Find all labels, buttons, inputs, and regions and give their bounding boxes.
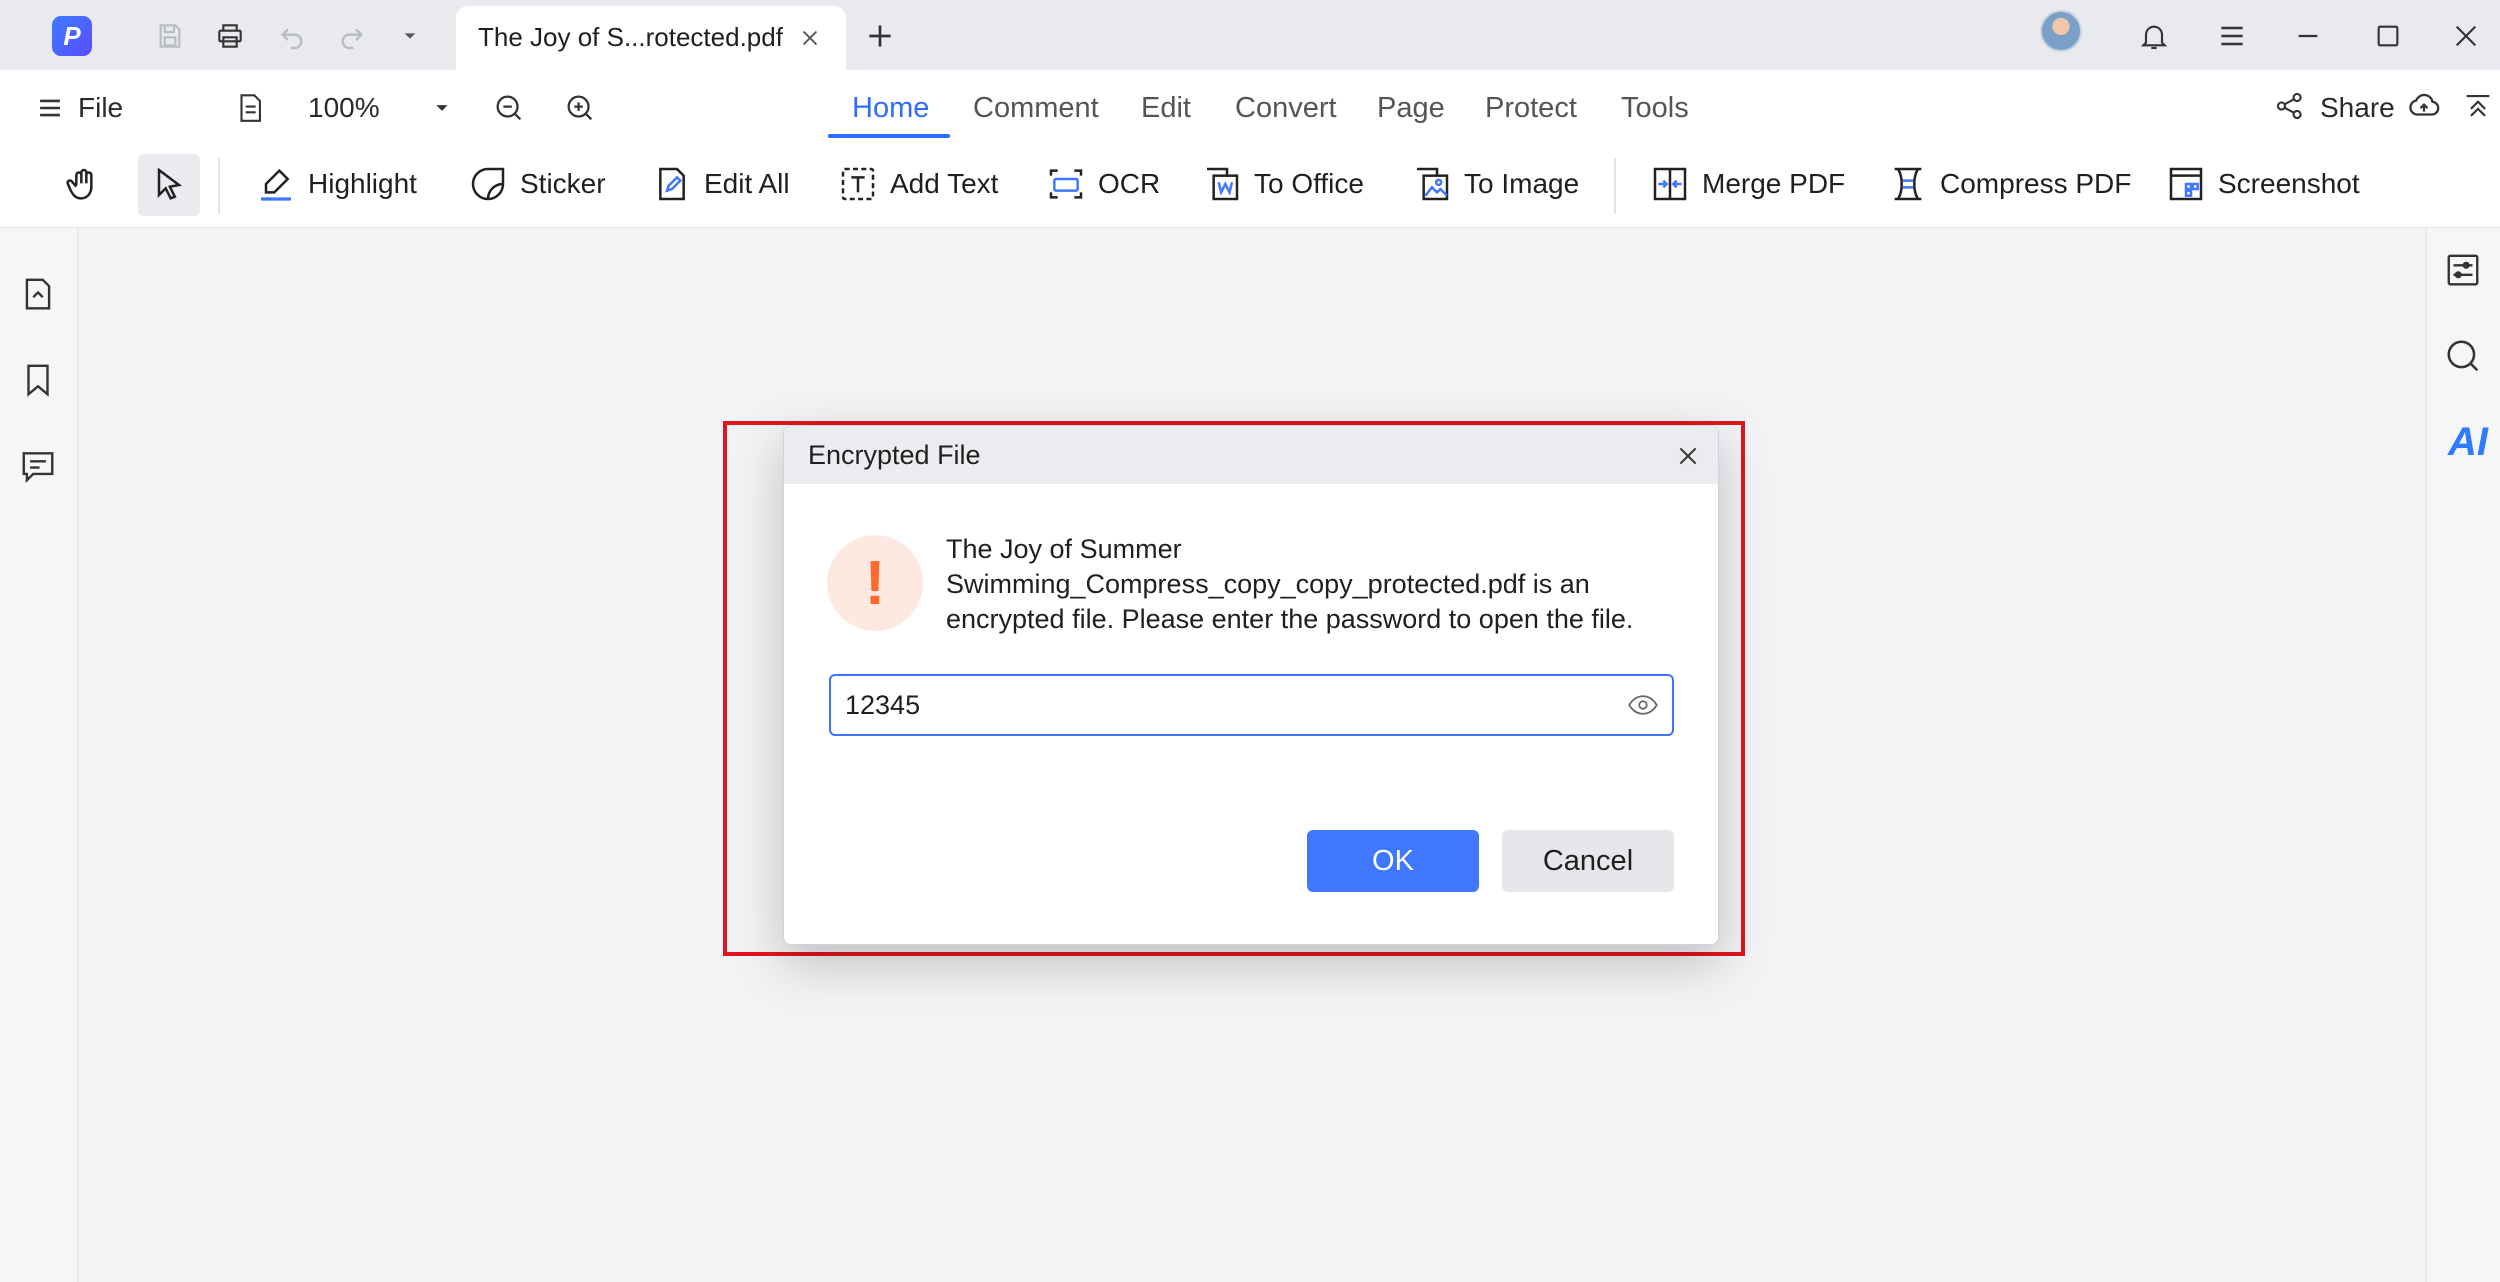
to-office-icon	[1207, 167, 1239, 201]
save-icon[interactable]	[150, 16, 190, 56]
undo-icon[interactable]	[272, 16, 312, 56]
document-tab[interactable]: The Joy of S...rotected.pdf	[456, 6, 846, 70]
tab-protect[interactable]: Protect	[1485, 92, 1577, 125]
dialog-title: Encrypted File	[808, 440, 981, 470]
comment-panel-icon[interactable]	[16, 444, 60, 488]
toolbar-divider	[1614, 158, 1616, 214]
ai-assistant-button[interactable]: AI	[2448, 420, 2488, 465]
add-text-icon	[841, 167, 875, 201]
edit-all-icon	[659, 167, 685, 201]
share-icon[interactable]	[2270, 86, 2310, 126]
show-password-eye-icon[interactable]	[1626, 690, 1660, 720]
file-menu-icon[interactable]	[30, 88, 70, 128]
share-button[interactable]: Share	[2320, 92, 2395, 124]
right-sidebar	[2426, 228, 2500, 1282]
dialog-header: Encrypted File	[784, 426, 1718, 484]
properties-panel-icon[interactable]	[2441, 248, 2485, 292]
page-view-icon[interactable]	[230, 88, 270, 128]
avatar[interactable]	[2040, 10, 2082, 52]
sticker-icon	[471, 167, 505, 201]
bookmark-panel-icon[interactable]	[16, 358, 60, 402]
file-menu[interactable]: File	[78, 92, 123, 124]
active-tab-indicator	[828, 134, 950, 138]
quick-access-dropdown-icon[interactable]	[390, 16, 430, 56]
compress-pdf-label: Compress PDF	[1940, 168, 2132, 199]
close-window-icon[interactable]	[2446, 16, 2486, 56]
ocr-label: OCR	[1098, 168, 1161, 199]
minimize-icon[interactable]	[2288, 16, 2328, 56]
to-image-tool[interactable]: To Image	[1412, 156, 1579, 212]
to-image-label: To Image	[1464, 168, 1580, 199]
to-image-icon	[1417, 167, 1449, 201]
zoom-value[interactable]: 100%	[308, 92, 380, 124]
redo-icon[interactable]	[332, 16, 372, 56]
new-tab-icon[interactable]	[860, 16, 900, 56]
toolbar-divider	[218, 158, 220, 214]
compress-pdf-tool[interactable]: Compress PDF	[1888, 156, 2131, 212]
cloud-upload-icon[interactable]	[2404, 86, 2444, 126]
edit-all-tool[interactable]: Edit All	[652, 156, 790, 212]
select-tool-icon[interactable]	[138, 154, 200, 216]
add-text-tool[interactable]: Add Text	[838, 156, 998, 212]
hand-tool-icon[interactable]	[52, 154, 114, 216]
collapse-ribbon-icon[interactable]	[2458, 86, 2498, 126]
cancel-button[interactable]: Cancel	[1502, 830, 1674, 892]
thumbnail-panel-icon[interactable]	[16, 272, 60, 316]
tab-tools[interactable]: Tools	[1621, 92, 1689, 125]
ocr-tool[interactable]: OCR	[1046, 156, 1160, 212]
tab-home[interactable]: Home	[852, 92, 929, 125]
notification-bell-icon[interactable]	[2134, 16, 2174, 56]
app-logo-icon[interactable]: P	[52, 16, 92, 56]
left-sidebar	[0, 228, 78, 1282]
tab-page[interactable]: Page	[1377, 92, 1445, 125]
tab-title: The Joy of S...rotected.pdf	[478, 22, 783, 52]
zoom-dropdown-icon[interactable]	[422, 88, 462, 128]
add-text-label: Add Text	[890, 168, 999, 199]
ok-button[interactable]: OK	[1307, 830, 1479, 892]
hamburger-menu-icon[interactable]	[2212, 16, 2252, 56]
encrypted-file-dialog: Encrypted File ! The Joy of Summer Swimm…	[783, 425, 1719, 945]
screenshot-label: Screenshot	[2218, 168, 2360, 199]
sticker-label: Sticker	[520, 168, 606, 199]
dialog-close-icon[interactable]	[1670, 438, 1706, 474]
tab-close-icon[interactable]	[792, 20, 828, 56]
ocr-icon	[1049, 169, 1083, 199]
screenshot-tool[interactable]: Screenshot	[2166, 156, 2360, 212]
tool-ribbon: Highlight Sticker Edit All Add Text OCR …	[0, 146, 2500, 228]
highlight-tool[interactable]: Highlight	[256, 156, 417, 212]
highlight-label: Highlight	[308, 168, 417, 199]
compress-pdf-icon	[1894, 167, 1922, 201]
title-bar: P The Joy of S...rotected.pdf	[0, 0, 2500, 70]
merge-pdf-label: Merge PDF	[1702, 168, 1846, 199]
search-icon[interactable]	[2441, 334, 2485, 378]
password-input[interactable]	[829, 674, 1674, 736]
zoom-in-icon[interactable]	[560, 88, 600, 128]
merge-pdf-icon	[1653, 167, 1687, 201]
warning-icon: !	[827, 535, 923, 631]
print-icon[interactable]	[210, 16, 250, 56]
screenshot-icon	[2169, 167, 2203, 201]
dialog-message: The Joy of Summer Swimming_Compress_copy…	[946, 534, 1634, 634]
tab-convert[interactable]: Convert	[1235, 92, 1337, 125]
highlight-icon	[261, 168, 291, 201]
menu-bar: File 100% Home Comment Edit Convert Page…	[0, 70, 2500, 146]
zoom-out-icon[interactable]	[489, 88, 529, 128]
maximize-icon[interactable]	[2368, 16, 2408, 56]
tab-comment[interactable]: Comment	[973, 92, 1099, 125]
merge-pdf-tool[interactable]: Merge PDF	[1650, 156, 1845, 212]
to-office-label: To Office	[1254, 168, 1364, 199]
to-office-tool[interactable]: To Office	[1202, 156, 1364, 212]
edit-all-label: Edit All	[704, 168, 790, 199]
tab-edit[interactable]: Edit	[1141, 92, 1191, 125]
sticker-tool[interactable]: Sticker	[468, 156, 606, 212]
